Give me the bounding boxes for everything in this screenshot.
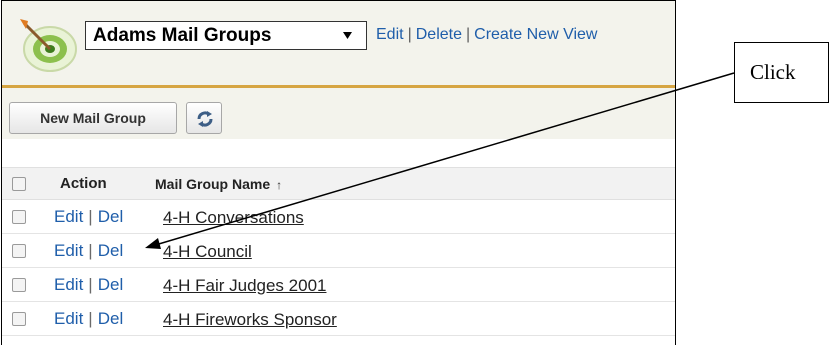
view-selected-label: Adams Mail Groups xyxy=(93,25,272,46)
delete-view-link[interactable]: Delete xyxy=(416,26,462,43)
mail-group-name-link[interactable]: 4-H Council xyxy=(163,242,252,262)
row-del-link[interactable]: Del xyxy=(98,275,124,294)
row-edit-link[interactable]: Edit xyxy=(54,241,83,260)
callout-label: Click xyxy=(750,60,796,84)
target-logo-icon xyxy=(20,19,77,72)
row-checkbox[interactable] xyxy=(12,210,26,224)
mail-group-name-link[interactable]: 4-H Conversations xyxy=(163,208,304,228)
row-del-link[interactable]: Del xyxy=(98,207,124,226)
column-header-name-label: Mail Group Name xyxy=(155,176,271,192)
row-del-link[interactable]: Del xyxy=(98,309,124,328)
refresh-icon xyxy=(197,111,213,127)
row-checkbox[interactable] xyxy=(12,312,26,326)
row-checkbox[interactable] xyxy=(12,278,26,292)
dropdown-arrow-icon xyxy=(343,32,352,39)
row-actions: Edit | Del xyxy=(54,241,124,260)
click-callout: Click xyxy=(734,42,829,103)
row-del-link[interactable]: Del xyxy=(98,241,124,260)
mail-group-name-link[interactable]: 4-H Fair Judges 2001 xyxy=(163,276,326,296)
row-actions: Edit | Del xyxy=(54,275,124,294)
view-actions: Edit | Delete | Create New View xyxy=(376,26,598,43)
table-row: Edit | Del 4-H Fair Judges 2001 xyxy=(2,268,675,302)
table-header: Action Mail Group Name ↑ xyxy=(2,167,675,200)
column-header-name[interactable]: Mail Group Name ↑ xyxy=(155,176,282,192)
row-edit-link[interactable]: Edit xyxy=(54,275,83,294)
refresh-button[interactable] xyxy=(186,102,222,134)
view-selector[interactable]: Adams Mail Groups xyxy=(85,21,367,50)
list-view-header: Adams Mail Groups Edit | Delete | Create New… xyxy=(2,1,675,85)
table-row: Edit | Del 4-H Fireworks Sponsor xyxy=(2,302,675,336)
create-new-view-link[interactable]: Create New View xyxy=(474,26,597,43)
row-edit-link[interactable]: Edit xyxy=(54,309,83,328)
row-actions: Edit | Del xyxy=(54,309,124,328)
sort-ascending-icon: ↑ xyxy=(276,178,283,192)
edit-view-link[interactable]: Edit xyxy=(376,26,404,43)
list-toolbar: New Mail Group xyxy=(2,88,675,139)
mail-group-name-link[interactable]: 4-H Fireworks Sponsor xyxy=(163,310,337,330)
table-row: Edit | Del 4-H Conversations xyxy=(2,200,675,234)
column-header-action: Action xyxy=(60,175,107,192)
new-mail-group-button[interactable]: New Mail Group xyxy=(9,102,177,134)
row-actions: Edit | Del xyxy=(54,207,124,226)
table-row: Edit | Del 4-H Council xyxy=(2,234,675,268)
select-all-checkbox[interactable] xyxy=(12,177,26,191)
row-checkbox[interactable] xyxy=(12,244,26,258)
mail-groups-panel: Adams Mail Groups Edit | Delete | Create New… xyxy=(1,0,676,345)
row-edit-link[interactable]: Edit xyxy=(54,207,83,226)
